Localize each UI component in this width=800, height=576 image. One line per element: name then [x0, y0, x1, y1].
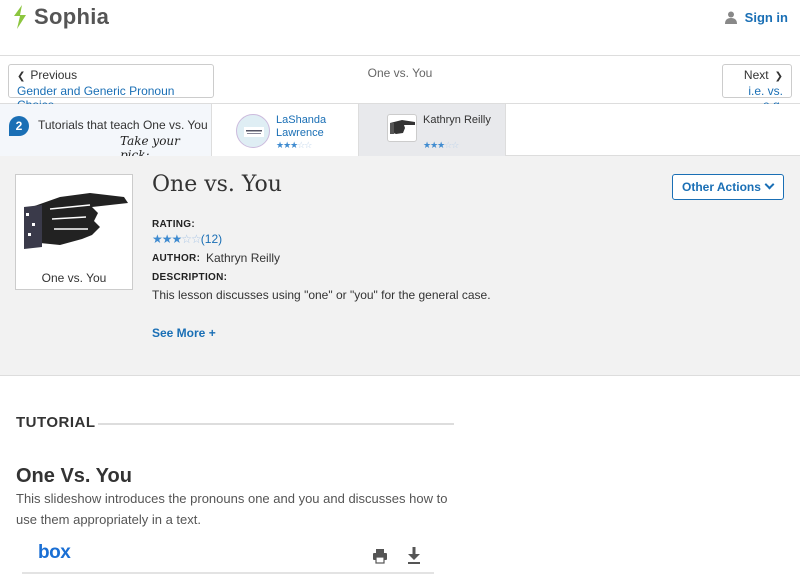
tutorial-thumbnail [236, 114, 270, 148]
tutorial-card-lashanda[interactable]: LaShanda Lawrence ★★★☆☆ [212, 104, 359, 156]
tutorials-count-panel: 2 Tutorials that teach One vs. You Take … [0, 104, 212, 162]
tutorial-thumbnail [387, 114, 417, 142]
current-lesson-title: One vs. You [367, 66, 433, 80]
rating-empty-stars-icon: ☆☆ [181, 232, 201, 246]
tutorial-author-name: Kathryn Reilly [423, 114, 491, 126]
brand-name: Sophia [34, 4, 110, 29]
lesson-detail-panel: One vs. You One vs. You RATING: ★★★☆☆(12… [0, 156, 800, 376]
tutorials-strip: 2 Tutorials that teach One vs. You Take … [0, 104, 800, 162]
description-label: DESCRIPTION: [152, 272, 228, 283]
print-icon[interactable] [372, 548, 388, 564]
rating-stars-icon: ★★★ [152, 232, 182, 246]
lesson-description: This lesson discusses using "one" or "yo… [152, 288, 491, 302]
rating-count: (12) [200, 232, 223, 246]
author-label: AUTHOR: [152, 253, 201, 264]
chevron-down-icon [764, 179, 775, 190]
lesson-title: One vs. You [152, 172, 282, 197]
sign-in-label: Sign in [744, 10, 788, 25]
thumbnail-image-icon [244, 127, 264, 137]
sophia-logo[interactable]: Sophia [10, 4, 109, 30]
tutorials-count-text: Tutorials that teach One vs. You [38, 118, 208, 132]
tutorial-author-name: LaShanda Lawrence [276, 114, 327, 139]
author-name: Kathryn Reilly [206, 251, 281, 265]
tutorial-count-badge: 2 [9, 116, 29, 136]
other-actions-label: Other Actions [682, 180, 761, 194]
tutorial-rating-stars: ★★★☆☆ [276, 140, 312, 150]
lesson-rating[interactable]: ★★★☆☆(12) [152, 232, 222, 246]
lesson-navigation: ❮Previous Gender and Generic Pronoun Cho… [0, 56, 800, 112]
lesson-thumbnail-card: One vs. You [15, 174, 133, 290]
section-divider [98, 423, 454, 425]
box-viewer-toolbar: box [22, 540, 434, 574]
user-icon [724, 11, 737, 24]
chevron-right-icon: ❯ [774, 71, 783, 82]
tutorial-description: This slideshow introduces the pronouns o… [16, 491, 448, 527]
sophia-logo-icon [14, 5, 26, 29]
pointing-hand-icon [390, 120, 415, 134]
pointing-hand-icon [20, 179, 128, 263]
rating-label: RATING: [152, 219, 196, 230]
next-lesson-button[interactable]: Next❯ i.e. vs. e.g. [722, 64, 792, 112]
sign-in-link[interactable]: Sign in [724, 10, 788, 25]
site-header: Sophia Sign in [0, 0, 800, 56]
tutorial-title: One Vs. You [16, 465, 132, 487]
download-icon[interactable] [407, 546, 421, 564]
box-logo: box [38, 542, 71, 563]
other-actions-button[interactable]: Other Actions [672, 174, 784, 200]
tutorial-rating-stars: ★★★☆☆ [423, 140, 459, 150]
thumbnail-caption: One vs. You [41, 271, 107, 285]
tutorial-card-kathryn[interactable]: Kathryn Reilly ★★★☆☆ [359, 104, 506, 156]
see-more-link[interactable]: See More + [152, 326, 216, 340]
next-label: Next [743, 68, 769, 82]
tutorial-section-heading: TUTORIAL [16, 414, 96, 431]
